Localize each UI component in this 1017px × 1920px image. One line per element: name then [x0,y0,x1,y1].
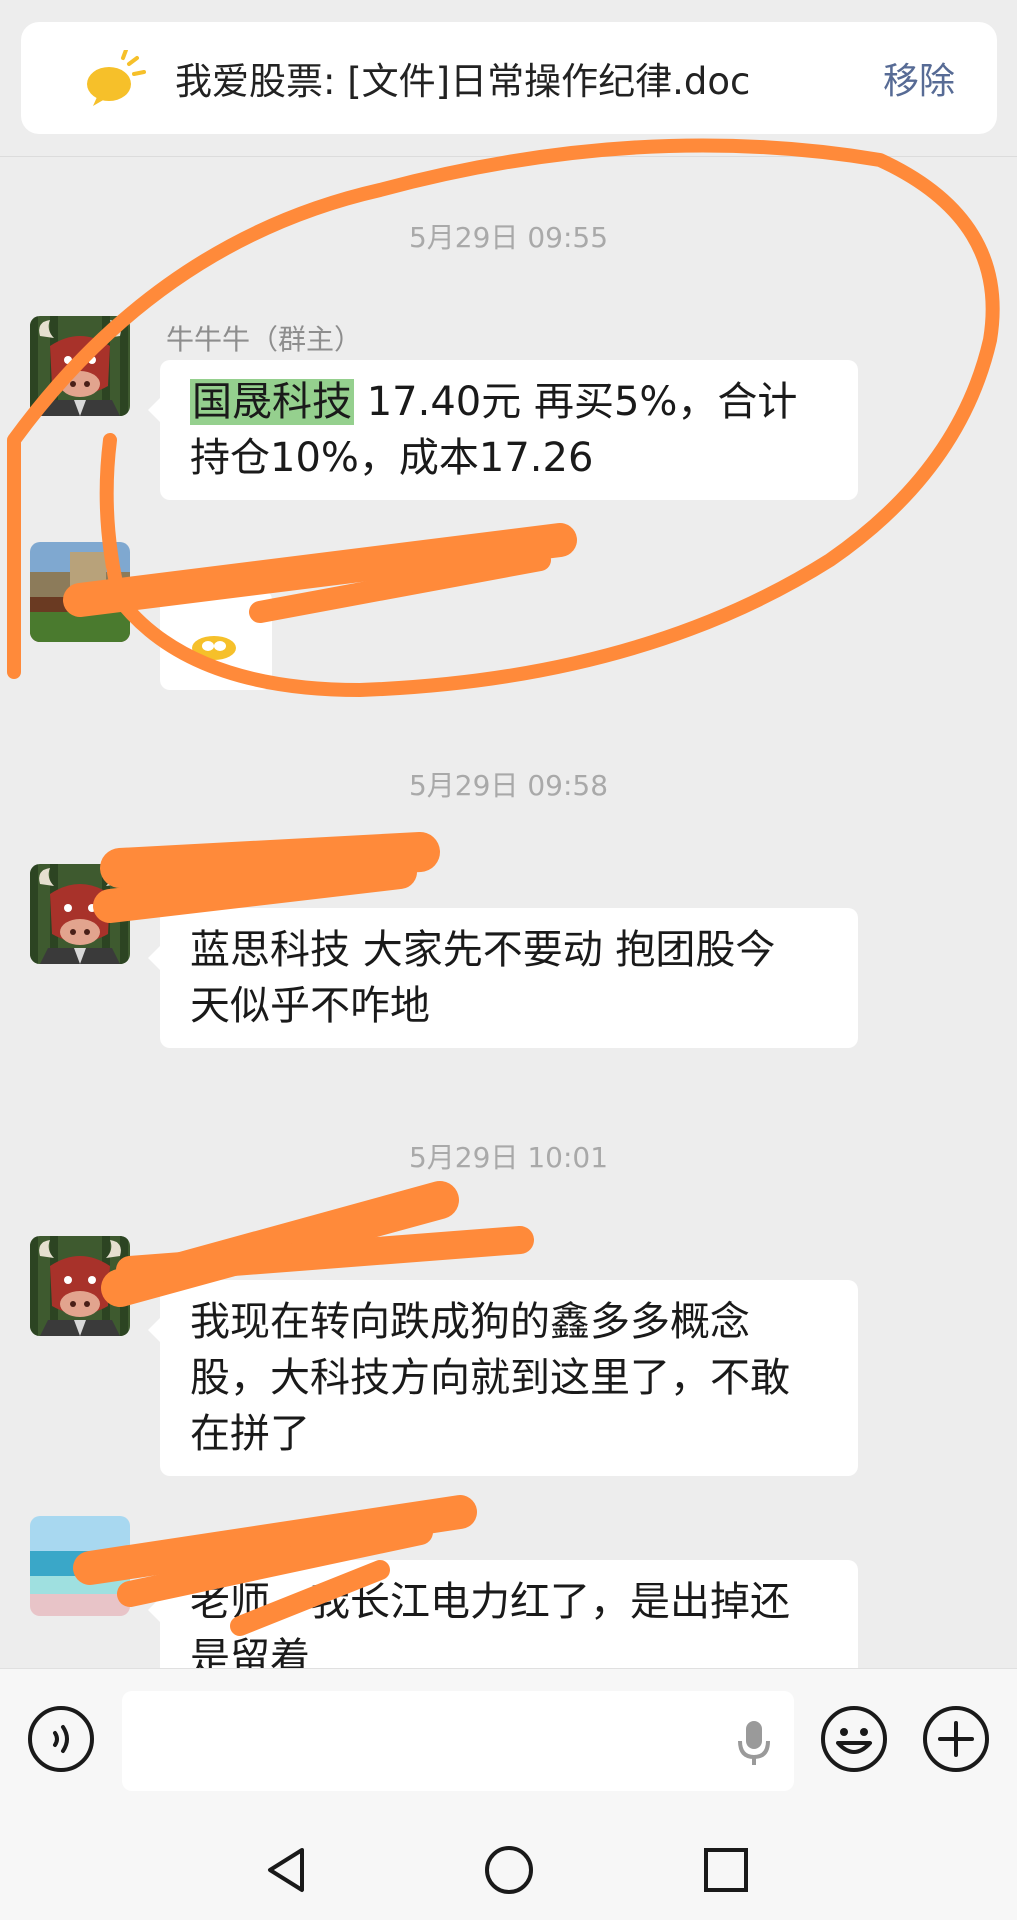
message-bubble[interactable]: 我现在转向跌成狗的鑫多多概念 股，大科技方向就到这里了，不敢 在拼了 [148,1280,858,1476]
message-text: 老师，我长江电力红了，是出掉还 [190,1579,790,1625]
message-text: 是留着 [190,1635,310,1668]
bull-avatar[interactable] [30,864,130,964]
chat-area[interactable]: 5月29日 09:55 牛牛牛（群主） 国晟科技 17.40元 再买5%，合计 … [0,0,1017,1668]
message-text: 在拼了 [190,1411,310,1457]
system-navigation-bar [0,1808,1017,1920]
more-options-plus-icon[interactable] [922,1705,990,1773]
beach-avatar[interactable] [30,1516,130,1616]
timestamp: 5月29日 09:55 [408,221,609,254]
message-text: 持仓10%，成本17.26 [190,435,594,481]
input-bar [0,1668,1017,1809]
voice-input-icon[interactable] [27,1705,95,1773]
home-icon[interactable] [483,1844,535,1896]
timestamp: 5月29日 10:01 [408,1141,609,1174]
recent-apps-icon[interactable] [700,1844,752,1896]
bull-avatar[interactable] [30,1236,130,1336]
message-text: 股，大科技方向就到这里了，不敢 [190,1355,790,1401]
stock-highlight[interactable]: 国晟科技 [190,379,354,425]
message-input[interactable] [122,1691,794,1791]
landscape-avatar[interactable] [30,542,130,642]
message-bubble[interactable]: 老师，我长江电力红了，是出掉还 是留着 [148,1560,858,1668]
message-bubble[interactable]: 蓝思科技 大家先不要动 抱团股今 天似乎不咋地 [148,908,858,1048]
timestamp: 5月29日 09:58 [408,769,609,802]
microphone-icon[interactable] [734,1719,774,1767]
emoji-message-bubble[interactable] [160,590,272,690]
message-text: 我现在转向跌成狗的鑫多多概念 [190,1299,750,1345]
message-text: 蓝思科技 大家先不要动 抱团股今 [190,927,776,973]
message-bubble[interactable]: 国晟科技 17.40元 再买5%，合计 持仓10%，成本17.26 [148,360,858,500]
sender-name: 牛牛牛（群主） [166,323,363,356]
emoji-icon [192,636,236,660]
message-text: 天似乎不咋地 [190,983,430,1029]
emoji-picker-icon[interactable] [820,1705,888,1773]
back-icon[interactable] [262,1844,314,1896]
bull-avatar[interactable] [30,316,130,416]
